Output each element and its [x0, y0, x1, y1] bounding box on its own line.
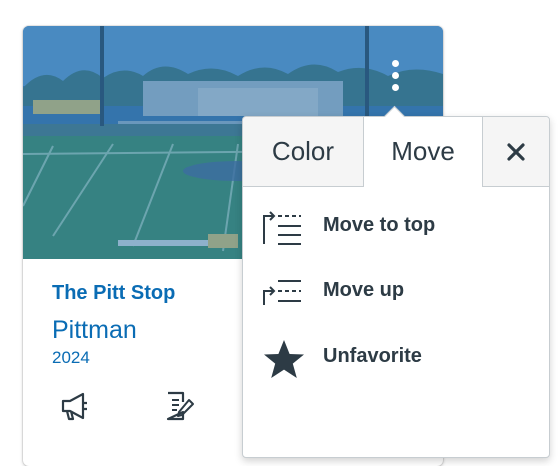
menu-item-label: Move to top [323, 214, 436, 236]
announcements-megaphone-icon[interactable] [59, 390, 91, 422]
move-to-top-icon [263, 211, 301, 245]
card-options-menu: Color Move Move to top Move up Unfavorit… [242, 105, 550, 458]
menu-item-label: Unfavorite [323, 345, 422, 367]
menu-item-move-up[interactable]: Move up [243, 265, 549, 321]
course-name-link[interactable]: The Pitt Stop [52, 282, 175, 305]
tab-move[interactable]: Move [364, 117, 482, 187]
card-options-kebab-icon[interactable] [384, 56, 408, 96]
menu-item-move-to-top[interactable]: Move to top [243, 200, 549, 256]
menu-item-unfavorite[interactable]: Unfavorite [243, 331, 549, 387]
course-term: 2024 [52, 348, 90, 367]
move-up-icon [263, 280, 301, 305]
tab-color[interactable]: Color [243, 117, 364, 187]
course-code: Pittman [52, 316, 137, 344]
close-icon [507, 143, 525, 161]
star-icon [264, 340, 304, 378]
close-button[interactable] [482, 117, 549, 187]
assignments-edit-icon[interactable] [163, 390, 195, 422]
menu-item-label: Move up [323, 279, 405, 301]
menu-tabs: Color Move [243, 117, 549, 187]
